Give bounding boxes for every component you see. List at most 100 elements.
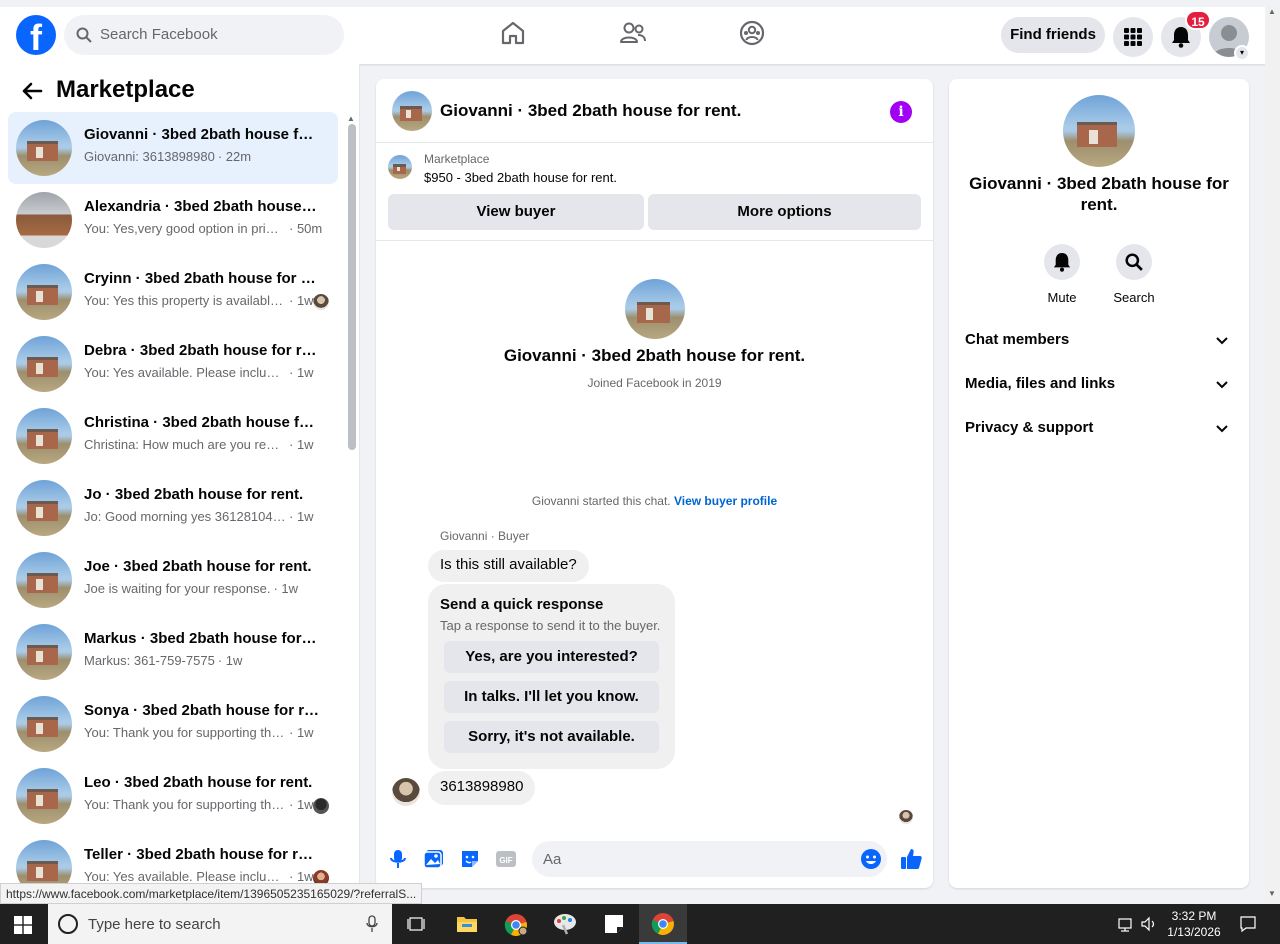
- conversation-item[interactable]: Christina · 3bed 2bath house for rent. Ch…: [8, 400, 338, 472]
- view-buyer-button[interactable]: View buyer: [388, 194, 644, 230]
- conversation-snippet: You: Yes this property is available for …: [84, 293, 314, 308]
- details-avatar[interactable]: [1063, 95, 1135, 167]
- search-conversation-button[interactable]: Search: [1104, 244, 1164, 305]
- mute-button[interactable]: Mute: [1032, 244, 1092, 305]
- quick-reply-button[interactable]: Sorry, it's not available.: [444, 721, 659, 753]
- scrollbar-thumb[interactable]: [348, 124, 356, 450]
- conversation-name: Alexandria · 3bed 2bath house for rent.: [84, 198, 320, 215]
- chat-members-section[interactable]: Chat members: [965, 331, 1233, 359]
- snippet-time: · 1w: [289, 365, 314, 380]
- conversation-item[interactable]: Giovanni · 3bed 2bath house for rent. Gio…: [8, 112, 338, 184]
- conversation-item[interactable]: Joe · 3bed 2bath house for rent. Joe is w…: [8, 544, 338, 616]
- read-receipt-avatar: [899, 810, 913, 824]
- conversation-item[interactable]: Markus · 3bed 2bath house for rent. Marku…: [8, 616, 338, 688]
- quick-reply-button[interactable]: In talks. I'll let you know.: [444, 681, 659, 713]
- search-icon: [76, 27, 92, 43]
- view-buyer-profile-link[interactable]: View buyer profile: [674, 494, 777, 508]
- network-icon[interactable]: [1117, 915, 1135, 933]
- snippet-time: · 1w: [289, 869, 314, 884]
- chat-title[interactable]: Giovanni · 3bed 2bath house for rent.: [440, 101, 741, 121]
- snippet-text: You: Yes available. Please include your …: [84, 869, 286, 884]
- search-box[interactable]: Search Facebook: [64, 15, 344, 55]
- bell-icon: [1053, 253, 1071, 272]
- info-icon[interactable]: i: [890, 101, 912, 123]
- sender-avatar[interactable]: [392, 778, 420, 806]
- quick-response-subtitle: Tap a response to send it to the buyer.: [440, 618, 661, 633]
- windows-start-icon[interactable]: [14, 916, 32, 934]
- volume-icon[interactable]: [1140, 915, 1158, 933]
- back-arrow-icon[interactable]: [20, 79, 44, 103]
- paint-app-button[interactable]: [541, 904, 589, 944]
- notification-badge: 15: [1185, 10, 1211, 30]
- find-friends-button[interactable]: Find friends: [1001, 17, 1105, 53]
- conversation-item[interactable]: Cryinn · 3bed 2bath house for rent. You: …: [8, 256, 338, 328]
- message-bubble: 3613898980: [428, 771, 536, 805]
- more-options-button[interactable]: More options: [648, 194, 921, 230]
- page-scrollbar[interactable]: ▲ ▼: [1265, 7, 1280, 904]
- task-view-button[interactable]: [392, 904, 440, 944]
- section-label: Privacy & support: [965, 419, 1094, 436]
- groups-icon[interactable]: [738, 19, 766, 47]
- notifications-center-icon[interactable]: [1239, 915, 1257, 933]
- microphone-icon[interactable]: [387, 848, 409, 870]
- file-explorer-button[interactable]: [443, 904, 491, 944]
- taskbar-search-placeholder: Type here to search: [88, 916, 221, 933]
- chat-avatar[interactable]: [392, 91, 432, 131]
- chrome-profile-button[interactable]: [492, 904, 540, 944]
- menu-button[interactable]: [1113, 17, 1153, 57]
- chrome-active-button[interactable]: [639, 904, 687, 944]
- friends-icon[interactable]: [619, 19, 647, 47]
- mute-circle[interactable]: [1044, 244, 1080, 280]
- emoji-icon[interactable]: [860, 848, 882, 870]
- snippet-text: You: Thank you for supporting the listin…: [84, 725, 286, 740]
- thumbs-up-icon[interactable]: [899, 847, 923, 871]
- facebook-logo[interactable]: f: [16, 15, 56, 58]
- snippet-time: · 1w: [289, 437, 314, 452]
- quick-reply-button[interactable]: Yes, are you interested?: [444, 641, 659, 673]
- home-icon[interactable]: [499, 19, 527, 47]
- section-label: Media, files and links: [965, 375, 1116, 392]
- chrome-icon: [504, 914, 528, 936]
- search-icon: [1125, 253, 1143, 271]
- conversation-snippet: Markus: 361-759-7575 · 1w: [84, 653, 242, 668]
- conversation-item[interactable]: Debra · 3bed 2bath house for rent. You: Y…: [8, 328, 338, 400]
- sticky-notes-icon: [605, 915, 623, 933]
- chevron-down-icon: [1216, 337, 1228, 345]
- sticky-notes-button[interactable]: [590, 904, 638, 944]
- sticker-icon[interactable]: [459, 848, 481, 870]
- listing-price[interactable]: $950 - 3bed 2bath house for rent.: [424, 170, 617, 185]
- scroll-up-arrow[interactable]: ▲: [347, 114, 355, 123]
- privacy-support-section[interactable]: Privacy & support: [965, 419, 1233, 447]
- search-circle[interactable]: [1116, 244, 1152, 280]
- chevron-down-icon[interactable]: ▾: [1234, 45, 1250, 61]
- conversation-name: Leo · 3bed 2bath house for rent.: [84, 774, 313, 791]
- photo-icon[interactable]: [423, 848, 445, 870]
- taskbar-search[interactable]: Type here to search: [48, 904, 392, 944]
- search-label: Search: [1113, 290, 1155, 305]
- microphone-icon[interactable]: [366, 915, 378, 933]
- conversation-name: Jo · 3bed 2bath house for rent.: [84, 486, 304, 503]
- media-files-links-section[interactable]: Media, files and links: [965, 375, 1233, 403]
- details-title: Giovanni · 3bed 2bath house for rent.: [969, 174, 1229, 214]
- task-view-icon: [407, 917, 425, 931]
- chat-intro: Giovanni · 3bed 2bath house for rent. Jo…: [376, 279, 933, 390]
- conversation-avatar: [16, 336, 72, 392]
- snippet-text: You: Yes,very good option in prime locat…: [84, 221, 286, 236]
- message-bubble: Is this still available?: [428, 550, 589, 582]
- scroll-down-arrow[interactable]: ▼: [1268, 889, 1276, 898]
- listing-label: Marketplace: [424, 152, 490, 166]
- system-clock[interactable]: 3:32 PM 1/13/2026: [1162, 908, 1226, 940]
- bell-icon: [1172, 27, 1190, 48]
- message-input[interactable]: [532, 841, 887, 877]
- conversation-avatar: [16, 120, 72, 176]
- conversation-snippet: Jo: Good morning yes 3612810437 · 1w: [84, 509, 314, 524]
- gif-icon[interactable]: GIF: [495, 848, 517, 870]
- intro-joined: Joined Facebook in 2019: [587, 376, 722, 390]
- conversation-item[interactable]: Leo · 3bed 2bath house for rent. You: Tha…: [8, 760, 338, 832]
- conversation-item[interactable]: Alexandria · 3bed 2bath house for rent. Y…: [8, 184, 338, 256]
- conversation-item[interactable]: Jo · 3bed 2bath house for rent. Jo: Good …: [8, 472, 338, 544]
- scroll-up-arrow[interactable]: ▲: [1268, 7, 1276, 16]
- conversation-item[interactable]: Sonya · 3bed 2bath house for rent. You: T…: [8, 688, 338, 760]
- scrollbar[interactable]: ▲: [346, 114, 356, 904]
- snippet-text: Christina: How much are you renting it f…: [84, 437, 286, 452]
